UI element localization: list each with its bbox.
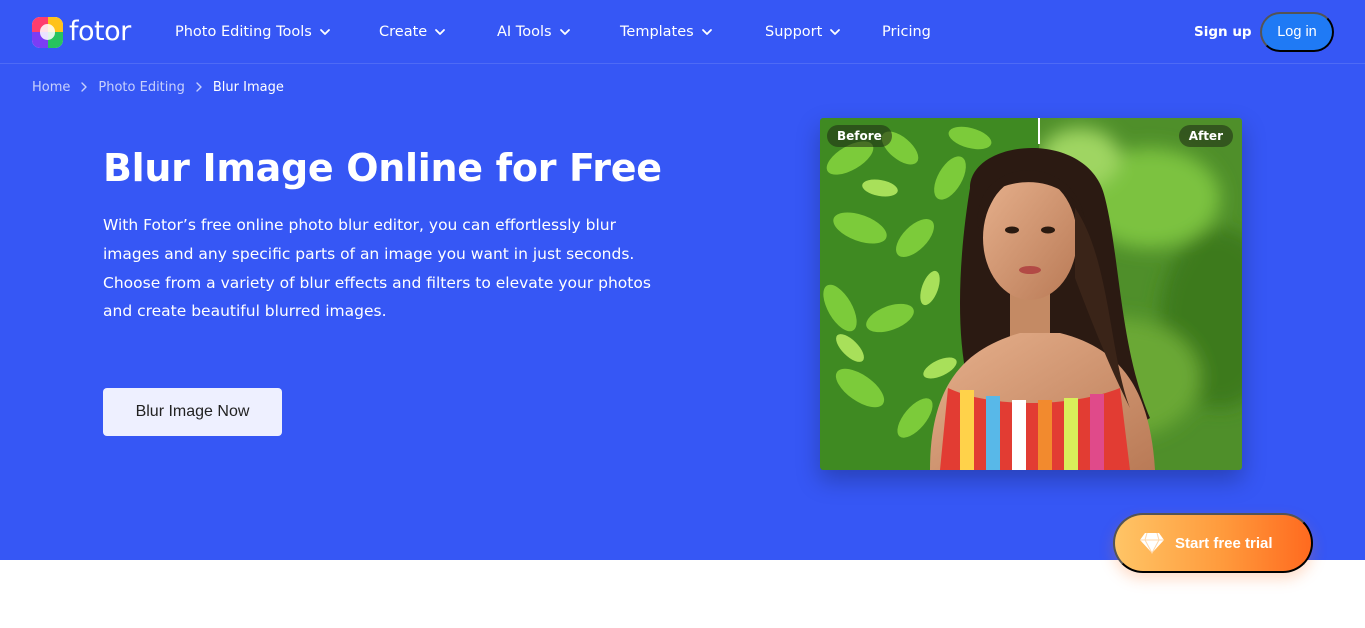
fotor-logo[interactable]: fotor [32, 16, 131, 48]
sign-up-link[interactable]: Sign up [1194, 22, 1252, 42]
chevron-right-icon [196, 82, 202, 92]
nav-photo-editing-tools[interactable]: Photo Editing Tools [175, 24, 379, 40]
portrait-photo-image [820, 118, 1242, 470]
log-in-button[interactable]: Log in [1260, 12, 1334, 52]
nav-item-label: Support [765, 24, 823, 40]
page-title: Blur Image Online for Free [103, 146, 662, 190]
chevron-down-icon [319, 29, 330, 35]
fotor-logo-text: fotor [69, 16, 131, 47]
breadcrumb-photo-editing[interactable]: Photo Editing [98, 80, 185, 95]
diamond-icon [1140, 532, 1164, 554]
chevron-down-icon [559, 29, 570, 35]
start-free-trial-button[interactable]: Start free trial [1113, 513, 1313, 573]
top-header: fotor Photo Editing Tools Create AI Tool… [0, 0, 1365, 64]
blur-image-now-button[interactable]: Blur Image Now [103, 388, 282, 436]
breadcrumb-home[interactable]: Home [32, 80, 70, 95]
breadcrumb-current: Blur Image [212, 79, 284, 95]
nav-item-label: Pricing [882, 24, 931, 40]
chevron-right-icon [81, 82, 88, 92]
nav-item-label: AI Tools [497, 24, 552, 40]
nav-item-label: Create [379, 24, 428, 40]
chevron-down-icon [830, 29, 841, 35]
before-label: Before [827, 125, 892, 147]
fotor-logo-icon [32, 16, 63, 48]
nav-pricing[interactable]: Pricing [882, 24, 931, 40]
hero-paragraph-1: With Fotor’s free online photo blur edit… [103, 216, 635, 263]
breadcrumb: Home Photo Editing Blur Image [32, 78, 284, 96]
hero-section: fotor Photo Editing Tools Create AI Tool… [0, 0, 1365, 560]
chevron-down-icon [435, 29, 446, 35]
nav-support[interactable]: Support [765, 24, 882, 40]
nav-ai-tools[interactable]: AI Tools [497, 24, 620, 40]
comparison-divider[interactable] [1038, 118, 1040, 144]
nav-item-label: Photo Editing Tools [175, 24, 312, 40]
hero-description: With Fotor’s free online photo blur edit… [103, 211, 663, 326]
hero-paragraph-2: Choose from a variety of blur effects an… [103, 273, 651, 321]
nav-templates[interactable]: Templates [620, 24, 765, 40]
chevron-down-icon [701, 29, 712, 35]
nav-create[interactable]: Create [379, 24, 497, 40]
start-free-trial-label: Start free trial [1175, 534, 1273, 552]
nav-item-label: Templates [620, 24, 694, 40]
before-after-image[interactable]: Before After [820, 118, 1242, 470]
after-label: After [1178, 125, 1233, 147]
main-nav: Photo Editing Tools Create AI Tools Temp… [175, 20, 931, 44]
